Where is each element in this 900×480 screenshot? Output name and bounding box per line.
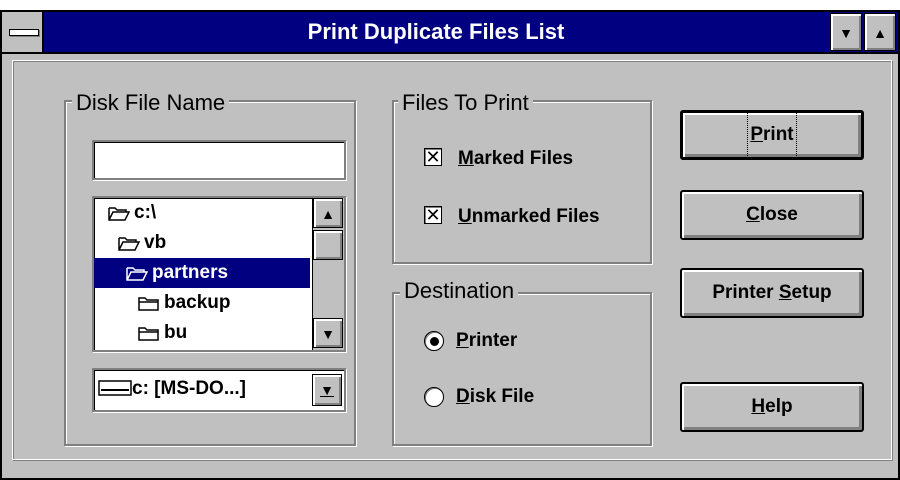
folder-open-icon [108, 207, 131, 221]
directory-list-items: c:\ vb partners backup bu [94, 198, 310, 350]
title-bar[interactable]: Print Duplicate Files List ▼ ▲ [2, 12, 898, 54]
folder-open-icon [126, 267, 149, 281]
directory-item-bu[interactable]: bu [138, 318, 187, 348]
window-title: Print Duplicate Files List [307, 19, 565, 44]
print-duplicate-files-dialog: Print Duplicate Files List ▼ ▲ Disk File… [0, 10, 900, 480]
unmarked-files-check-icon: ✕ [424, 205, 442, 225]
filename-input[interactable] [92, 140, 346, 180]
directory-item-partners[interactable]: partners [94, 258, 310, 288]
disk-file-radio[interactable]: Disk File [424, 382, 624, 412]
printer-setup-button-label: Printer Setup [712, 282, 832, 303]
directory-item-c-root[interactable]: c:\ [108, 198, 156, 228]
files-to-print-legend: Files To Print [398, 90, 533, 116]
minimize-icon: ▼ [839, 25, 853, 41]
directory-label: backup [164, 292, 231, 313]
help-button[interactable]: Help [680, 382, 864, 432]
drive-selector[interactable]: c: [MS-DO...] ▼ [92, 368, 346, 412]
scroll-thumb[interactable] [313, 230, 343, 260]
print-button[interactable]: Print [680, 110, 864, 160]
scroll-up-arrow-icon: ▲ [321, 206, 335, 222]
disk-file-radio-icon [424, 387, 444, 407]
printer-radio[interactable]: Printer [424, 326, 624, 356]
close-button[interactable]: Close [680, 190, 864, 240]
marked-files-label: Marked Files [458, 148, 574, 169]
directory-item-vb[interactable]: vb [118, 228, 166, 258]
drive-dropdown-button[interactable]: ▼ [312, 374, 342, 406]
directory-label: c:\ [134, 202, 157, 223]
dropdown-arrow-icon: ▼ [320, 382, 334, 398]
drive-icon [98, 380, 132, 396]
dialog-client-area: Disk File Name c:\ vb partners backup bu… [6, 60, 894, 480]
directory-label: vb [144, 232, 167, 253]
files-to-print-group [392, 100, 652, 264]
marked-files-check-icon: ✕ [424, 147, 442, 167]
destination-group [392, 292, 652, 446]
directory-scrollbar[interactable]: ▲ ▼ [312, 198, 344, 350]
printer-radio-icon [424, 331, 444, 351]
system-menu-button[interactable] [2, 12, 44, 52]
disk-file-name-legend: Disk File Name [72, 90, 230, 116]
maximize-button[interactable]: ▲ [864, 13, 896, 51]
folder-open-icon [118, 237, 141, 251]
scroll-down-button[interactable]: ▼ [313, 318, 343, 348]
print-button-label: Print [747, 110, 797, 160]
unmarked-files-label: Unmarked Files [458, 206, 600, 227]
minimize-button[interactable]: ▼ [830, 13, 862, 51]
drive-selector-value: c: [MS-DO...] [98, 374, 308, 404]
scroll-down-arrow-icon: ▼ [321, 326, 335, 342]
destination-legend: Destination [400, 278, 519, 304]
directory-label: bu [164, 322, 188, 343]
system-menu-icon [9, 29, 39, 36]
maximize-icon: ▲ [873, 25, 887, 41]
folder-closed-icon [138, 327, 159, 341]
printer-setup-button[interactable]: Printer Setup [680, 268, 864, 318]
close-button-label: Close [746, 204, 798, 225]
directory-list[interactable]: c:\ vb partners backup bu ▲ ▼ [92, 196, 346, 352]
printer-radio-label: Printer [456, 330, 518, 351]
help-button-label: Help [751, 396, 793, 417]
folder-closed-icon [138, 297, 159, 311]
disk-file-radio-label: Disk File [456, 386, 535, 407]
marked-files-checkbox[interactable]: ✕ Marked Files [424, 144, 644, 174]
scroll-up-button[interactable]: ▲ [313, 198, 343, 228]
directory-label: partners [152, 262, 229, 283]
unmarked-files-checkbox[interactable]: ✕ Unmarked Files [424, 202, 644, 232]
directory-item-backup[interactable]: backup [138, 288, 231, 318]
drive-label: c: [MS-DO...] [132, 378, 246, 399]
